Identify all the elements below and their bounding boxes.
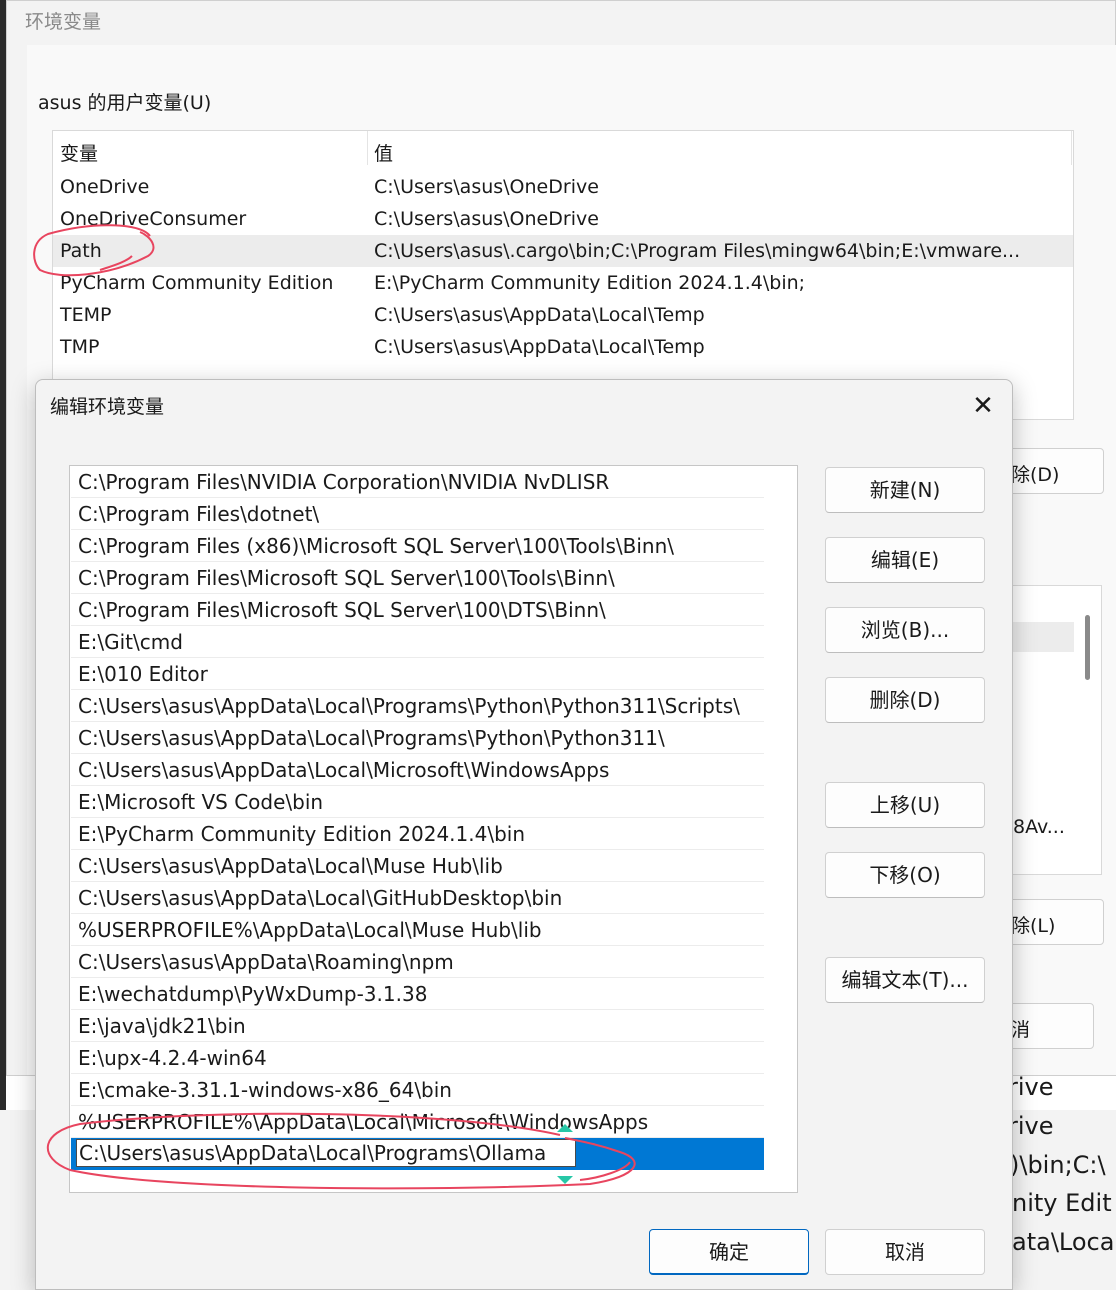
list-item[interactable]: C:\Program Files\NVIDIA Corporation\NVID… <box>71 466 764 498</box>
list-item[interactable]: C:\Program Files\Microsoft SQL Server\10… <box>71 562 764 594</box>
list-item-label: C:\Users\asus\AppData\Local\Muse Hub\lib <box>78 854 503 878</box>
table-row[interactable]: OneDrive C:\Users\asus\OneDrive <box>53 171 1073 203</box>
dialog-title: 编辑环境变量 <box>50 396 165 418</box>
list-item[interactable]: E:\Git\cmd <box>71 626 764 658</box>
list-item-label: C:\Users\asus\AppData\Local\Programs\Pyt… <box>78 726 665 750</box>
list-item-label: C:\Program Files (x86)\Microsoft SQL Ser… <box>78 534 674 558</box>
list-item-label: %USERPROFILE%\AppData\Local\Microsoft\Wi… <box>78 1110 649 1134</box>
list-item[interactable]: E:\PyCharm Community Edition 2024.1.4\bi… <box>71 818 764 850</box>
background-text-line: nity Edit <box>1012 1189 1112 1217</box>
close-icon[interactable]: ✕ <box>960 386 1006 426</box>
list-item[interactable]: C:\Users\asus\AppData\Local\Programs\Pyt… <box>71 690 764 722</box>
list-item-label: %USERPROFILE%\AppData\Local\Muse Hub\lib <box>78 918 542 942</box>
list-item[interactable]: C:\Users\asus\AppData\Roaming\npm <box>71 946 764 978</box>
edit-button[interactable]: 编辑(E) <box>825 537 985 583</box>
list-item-label: C:\Program Files\Microsoft SQL Server\10… <box>78 566 615 590</box>
list-item-label: E:\010 Editor <box>78 662 208 686</box>
ok-button[interactable]: 确定 <box>649 1229 809 1275</box>
move-down-button[interactable]: 下移(O) <box>825 852 985 898</box>
list-item[interactable]: C:\Users\asus\AppData\Local\Muse Hub\lib <box>71 850 764 882</box>
variable-name: PyCharm Community Edition <box>60 272 334 294</box>
variable-value: E:\PyCharm Community Edition 2024.1.4\bi… <box>374 272 806 294</box>
list-item-label: E:\Git\cmd <box>78 630 183 654</box>
list-item[interactable]: C:\Users\asus\AppData\Local\Programs\Pyt… <box>71 722 764 754</box>
list-item-label: C:\Program Files\NVIDIA Corporation\NVID… <box>78 470 610 494</box>
table-row[interactable]: TMP C:\Users\asus\AppData\Local\Temp <box>53 331 1073 363</box>
background-text-line: rive <box>1008 1073 1054 1101</box>
system-table-selected-row[interactable] <box>1012 622 1074 652</box>
browse-button[interactable]: 浏览(B)... <box>825 607 985 653</box>
list-item[interactable]: E:\wechatdump\PyWxDump-3.1.38 <box>71 978 764 1010</box>
list-item-label: C:\Program Files\dotnet\ <box>78 502 320 526</box>
background-text-line: rive <box>1008 1112 1054 1140</box>
column-divider[interactable] <box>367 131 368 165</box>
variable-value: C:\Users\asus\AppData\Local\Temp <box>374 336 705 358</box>
list-item[interactable]: E:\Microsoft VS Code\bin <box>71 786 764 818</box>
column-header-value[interactable]: 值 <box>374 139 393 166</box>
button-label: 除(D) <box>1011 464 1060 486</box>
list-item[interactable]: C:\Program Files (x86)\Microsoft SQL Ser… <box>71 530 764 562</box>
list-item[interactable]: E:\010 Editor <box>71 658 764 690</box>
list-item-label: C:\Users\asus\AppData\Roaming\npm <box>78 950 454 974</box>
list-item-label: E:\java\jdk21\bin <box>78 1014 246 1038</box>
list-item[interactable]: C:\Users\asus\AppData\Local\GitHubDeskto… <box>71 882 764 914</box>
variable-value: C:\Users\asus\AppData\Local\Temp <box>374 304 705 326</box>
list-item[interactable]: %USERPROFILE%\AppData\Local\Muse Hub\lib <box>71 914 764 946</box>
table-row[interactable]: PyCharm Community Edition E:\PyCharm Com… <box>53 267 1073 299</box>
edit-environment-variable-dialog: 编辑环境变量 ✕ C:\Program Files\NVIDIA Corpora… <box>35 379 1013 1290</box>
list-item[interactable]: C:\Users\asus\AppData\Local\Microsoft\Wi… <box>71 754 764 786</box>
variable-value: C:\Users\asus\.cargo\bin;C:\Program File… <box>374 240 1021 262</box>
table-row-selected[interactable]: Path C:\Users\asus\.cargo\bin;C:\Program… <box>53 235 1073 267</box>
variable-value: C:\Users\asus\OneDrive <box>374 176 599 198</box>
user-variables-label: asus 的用户变量(U) <box>38 92 212 114</box>
title-bar[interactable] <box>36 380 1012 432</box>
list-item-label: C:\Program Files\Microsoft SQL Server\10… <box>78 598 606 622</box>
list-item-label: E:\wechatdump\PyWxDump-3.1.38 <box>78 982 428 1006</box>
column-divider <box>1071 131 1072 165</box>
column-header-variable[interactable]: 变量 <box>60 139 98 166</box>
variable-name: Path <box>60 240 102 262</box>
list-item-label: E:\Microsoft VS Code\bin <box>78 790 324 814</box>
variable-name: TMP <box>60 336 100 358</box>
background-text-line: ata\Loca <box>1012 1228 1115 1256</box>
list-item-label: E:\upx-4.2.4-win64 <box>78 1046 267 1070</box>
variable-name: OneDriveConsumer <box>60 208 247 230</box>
variable-name: TEMP <box>60 304 112 326</box>
move-up-button[interactable]: 上移(U) <box>825 782 985 828</box>
system-variable-value: 8Av... <box>1013 816 1065 838</box>
button-label: 除(L) <box>1011 915 1056 937</box>
list-item-label: C:\Users\asus\AppData\Local\Microsoft\Wi… <box>78 758 610 782</box>
background-text-line: )\bin;C:\ <box>1010 1151 1106 1179</box>
list-item-label: C:\Users\asus\AppData\Local\GitHubDeskto… <box>78 886 563 910</box>
variable-name: OneDrive <box>60 176 150 198</box>
table-row[interactable]: TEMP C:\Users\asus\AppData\Local\Temp <box>53 299 1073 331</box>
path-entries-list[interactable]: C:\Program Files\NVIDIA Corporation\NVID… <box>69 465 798 1193</box>
list-item[interactable]: %USERPROFILE%\AppData\Local\Microsoft\Wi… <box>71 1106 764 1138</box>
list-item[interactable]: E:\cmake-3.31.1-windows-x86_64\bin <box>71 1074 764 1106</box>
list-item-label: E:\cmake-3.31.1-windows-x86_64\bin <box>78 1078 452 1102</box>
list-item[interactable]: C:\Program Files\Microsoft SQL Server\10… <box>71 594 764 626</box>
dialog-title: 环境变量 <box>25 11 102 33</box>
user-variables-table[interactable]: 变量 值 OneDrive C:\Users\asus\OneDrive One… <box>52 130 1074 420</box>
scrollbar-thumb[interactable] <box>1085 615 1090 680</box>
list-item[interactable]: E:\upx-4.2.4-win64 <box>71 1042 764 1074</box>
table-row[interactable]: OneDriveConsumer C:\Users\asus\OneDrive <box>53 203 1073 235</box>
button-label: 消 <box>1011 1019 1031 1041</box>
list-item-label: C:\Users\asus\AppData\Local\Programs\Pyt… <box>78 694 740 718</box>
path-edit-field[interactable] <box>76 1139 576 1167</box>
new-button[interactable]: 新建(N) <box>825 467 985 513</box>
cancel-button[interactable]: 取消 <box>825 1229 985 1275</box>
edit-text-button[interactable]: 编辑文本(T)... <box>825 957 985 1003</box>
list-item-label: E:\PyCharm Community Edition 2024.1.4\bi… <box>78 822 526 846</box>
delete-button[interactable]: 删除(D) <box>825 677 985 723</box>
list-item[interactable]: E:\java\jdk21\bin <box>71 1010 764 1042</box>
list-item[interactable]: C:\Program Files\dotnet\ <box>71 498 764 530</box>
variable-value: C:\Users\asus\OneDrive <box>374 208 599 230</box>
list-item-editing[interactable] <box>71 1138 764 1170</box>
